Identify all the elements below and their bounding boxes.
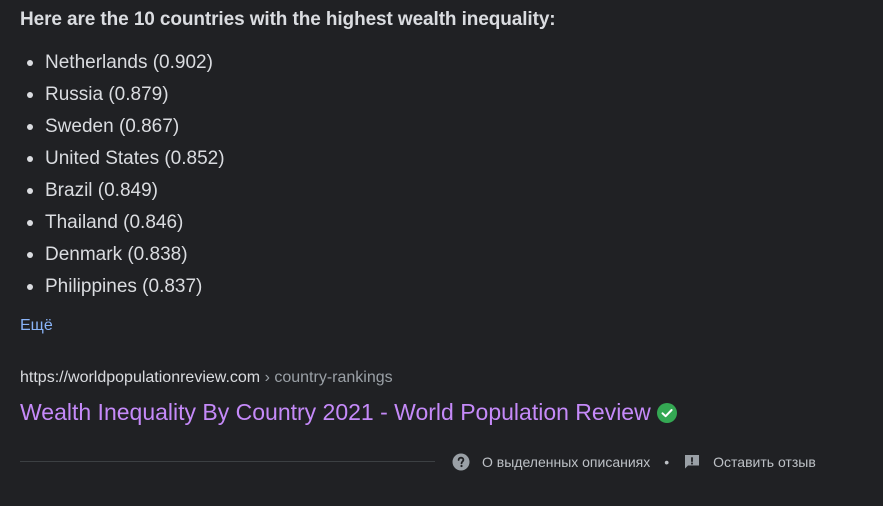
list-item: Philippines (0.837) [20,271,225,303]
result-url[interactable]: https://worldpopulationreview.com › coun… [20,369,393,387]
country-list: Netherlands (0.902) Russia (0.879) Swede… [20,47,225,303]
feedback-icon [685,455,700,469]
bullet [27,252,33,258]
list-item: Sweden (0.867) [20,111,225,143]
list-item-text: Brazil (0.849) [45,180,158,201]
list-item-text: Sweden (0.867) [45,116,180,137]
divider [20,461,435,462]
bullet [27,60,33,66]
bullet [27,284,33,290]
bullet [27,220,33,226]
list-item-text: Philippines (0.837) [45,276,203,297]
snippet-heading: Here are the 10 countries with the highe… [20,9,556,30]
list-item: United States (0.852) [20,143,225,175]
list-item-text: Thailand (0.846) [45,212,184,233]
feedback-button[interactable]: Оставить отзыв [683,453,816,471]
list-item: Netherlands (0.902) [20,47,225,79]
result-url-domain: https://worldpopulationreview.com [20,369,261,386]
list-item-text: Russia (0.879) [45,84,169,105]
about-featured-snippets-label: О выделенных описаниях [482,454,651,470]
list-item: Brazil (0.849) [20,175,225,207]
bullet [27,156,33,162]
footer-separator: • [664,454,670,470]
result-title: Wealth Inequality By Country 2021 - Worl… [20,399,651,425]
list-item: Thailand (0.846) [20,207,225,239]
bullet [27,92,33,98]
about-featured-snippets-button[interactable]: О выделенных описаниях [452,453,650,471]
list-item: Denmark (0.838) [20,239,225,271]
list-item: Russia (0.879) [20,79,225,111]
feedback-label: Оставить отзыв [713,454,816,470]
bullet [27,124,33,130]
check-circle-icon [656,402,677,423]
help-circle-icon [452,453,470,471]
list-item-text: Netherlands (0.902) [45,52,213,73]
more-link[interactable]: Ещё [20,317,53,335]
list-item-text: Denmark (0.838) [45,244,188,265]
bullet [27,188,33,194]
result-title-link[interactable]: Wealth Inequality By Country 2021 - Worl… [20,399,677,426]
result-url-path: › country-rankings [260,369,393,386]
snippet-footer: О выделенных описаниях • Оставить отзыв [452,451,816,473]
list-item-text: United States (0.852) [45,148,225,169]
